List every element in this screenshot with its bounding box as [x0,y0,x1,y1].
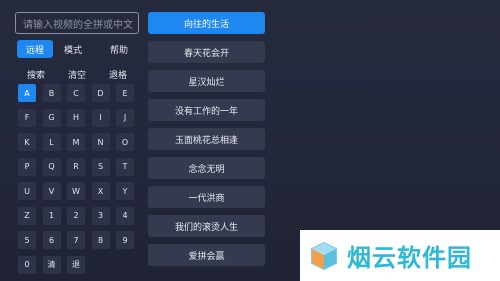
key-7-1[interactable]: 清 [42,255,61,274]
key-5-2[interactable]: 2 [67,206,85,225]
watermark: 烟云软件园 [300,230,500,281]
key-1-0[interactable]: F [18,108,36,127]
result-item-8[interactable]: 爱拼会赢 [148,244,265,266]
key-3-0[interactable]: P [18,157,36,176]
key-3-1[interactable]: Q [42,157,61,176]
result-item-4[interactable]: 玉面桃花总相逢 [148,128,265,150]
result-item-6[interactable]: 一代洪商 [148,186,265,208]
key-1-4[interactable]: J [116,108,134,127]
key-6-2[interactable]: 7 [67,231,85,249]
key-2-4[interactable]: O [116,133,134,151]
key-4-0[interactable]: U [18,182,36,200]
result-item-2[interactable]: 星汉灿烂 [148,70,265,92]
key-4-1[interactable]: V [42,182,61,200]
key-4-3[interactable]: X [91,182,110,200]
key-3-3[interactable]: S [91,157,110,176]
key-1-3[interactable]: I [91,108,110,127]
key-1-2[interactable]: H [67,108,85,127]
key-4-2[interactable]: W [67,182,85,200]
watermark-text: 烟云软件园 [347,244,472,272]
key-0-0[interactable]: A [18,84,36,102]
key-7-2[interactable]: 退 [67,255,85,274]
key-6-3[interactable]: 8 [91,231,110,249]
key-5-3[interactable]: 3 [91,206,110,225]
mode-button-2[interactable]: 帮助 [101,40,137,58]
mode-button-0[interactable]: 远程 [17,40,53,58]
search-input[interactable]: 请输入视频的全拼或中文 [15,12,139,34]
key-2-2[interactable]: M [67,133,85,151]
key-4-4[interactable]: Y [116,182,134,200]
key-0-1[interactable]: B [42,84,61,102]
key-6-1[interactable]: 6 [42,231,61,249]
result-item-1[interactable]: 春天花会开 [148,41,265,63]
key-0-2[interactable]: C [67,84,85,102]
key-3-4[interactable]: T [116,157,134,176]
key-0-4[interactable]: E [116,84,134,102]
action-button-1[interactable]: 清空 [58,66,96,82]
result-item-3[interactable]: 没有工作的一年 [148,99,265,121]
key-7-0[interactable]: 0 [18,255,36,274]
cube-logo-icon [311,241,337,270]
key-5-0[interactable]: Z [18,206,36,225]
key-5-4[interactable]: 4 [116,206,134,225]
key-3-2[interactable]: R [67,157,85,176]
result-item-0[interactable]: 向往的生活 [148,12,265,34]
result-item-7[interactable]: 我们的滚烫人生 [148,215,265,237]
key-2-3[interactable]: N [91,133,110,151]
mode-button-1[interactable]: 模式 [55,40,91,58]
key-6-0[interactable]: 5 [18,231,36,249]
action-button-2[interactable]: 退格 [99,66,137,82]
key-2-0[interactable]: K [18,133,36,151]
result-item-5[interactable]: 念念无明 [148,157,265,179]
key-5-1[interactable]: 1 [42,206,61,225]
key-6-4[interactable]: 9 [116,231,134,249]
search-placeholder: 请输入视频的全拼或中文 [23,19,133,31]
key-1-1[interactable]: G [42,108,61,127]
key-0-3[interactable]: D [91,84,110,102]
key-2-1[interactable]: L [42,133,61,151]
action-button-0[interactable]: 搜索 [17,66,55,82]
